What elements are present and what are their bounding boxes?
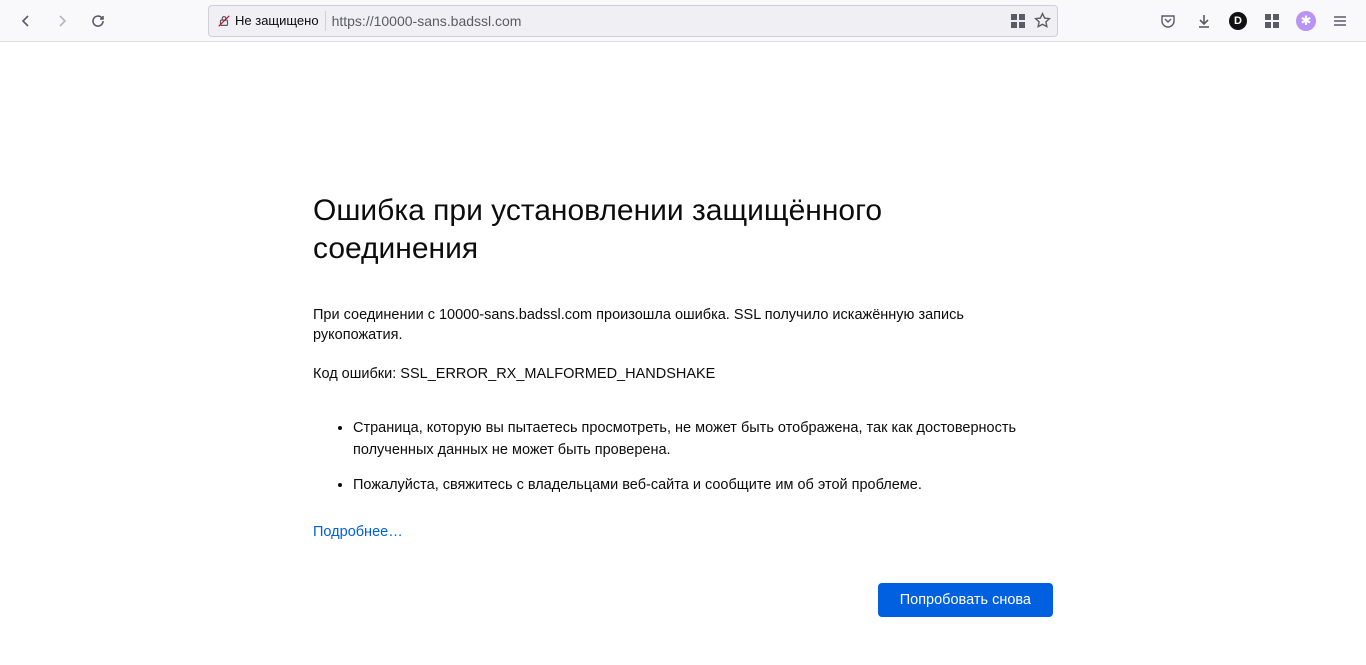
error-page: Ошибка при установлении защищённого соед…: [293, 192, 1073, 617]
pocket-button[interactable]: [1152, 5, 1184, 37]
forward-button[interactable]: [46, 5, 78, 37]
toolbar-right: D ✱: [1152, 5, 1356, 37]
security-chip[interactable]: Не защищено: [215, 11, 326, 31]
extension-grid-icon[interactable]: [1256, 5, 1288, 37]
error-code-label: Код ошибки:: [313, 366, 396, 382]
reload-button[interactable]: [82, 5, 114, 37]
browser-toolbar: Не защищено D ✱: [0, 0, 1366, 42]
url-input[interactable]: [332, 13, 1004, 29]
error-code-line: Код ошибки: SSL_ERROR_RX_MALFORMED_HANDS…: [313, 364, 1053, 384]
bookmark-star-icon[interactable]: [1034, 12, 1051, 29]
error-message: При соединении с 10000-sans.badssl.com п…: [313, 305, 1053, 346]
error-details-list: Страница, которую вы пытаетесь просмотре…: [313, 418, 1053, 497]
more-info-link[interactable]: Подробнее…: [313, 524, 403, 540]
urlbar-actions: [1010, 12, 1051, 29]
error-actions: Попробовать снова: [313, 583, 1053, 617]
qr-icon[interactable]: [1010, 13, 1026, 29]
list-item: Страница, которую вы пытаетесь просмотре…: [353, 418, 1053, 462]
url-bar[interactable]: Не защищено: [208, 5, 1058, 37]
downloads-button[interactable]: [1188, 5, 1220, 37]
retry-button[interactable]: Попробовать снова: [878, 583, 1053, 617]
security-label: Не защищено: [235, 13, 319, 28]
list-item: Пожалуйста, свяжитесь с владельцами веб-…: [353, 475, 1053, 497]
back-button[interactable]: [10, 5, 42, 37]
extension-snowflake-icon[interactable]: ✱: [1292, 7, 1320, 35]
error-title: Ошибка при установлении защищённого соед…: [313, 192, 1053, 267]
app-menu-button[interactable]: [1324, 5, 1356, 37]
extension-d-icon[interactable]: D: [1224, 7, 1252, 35]
lock-insecure-icon: [217, 14, 231, 28]
error-code: SSL_ERROR_RX_MALFORMED_HANDSHAKE: [400, 366, 715, 382]
